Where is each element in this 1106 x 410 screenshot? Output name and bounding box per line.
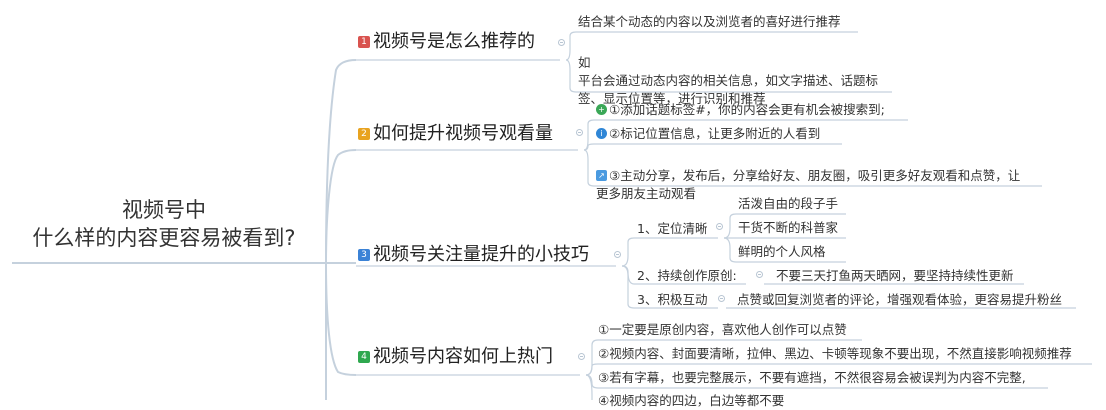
collapse-toggle[interactable] xyxy=(576,129,583,136)
sub-topic-label: 3、积极互动 xyxy=(637,292,708,307)
leaf-text: 活泼自由的段子手 xyxy=(738,196,839,211)
leaf-text: 不要三天打鱼两天晒网，要坚持持续性更新 xyxy=(776,268,1014,283)
branch-1[interactable]: 1 视频号是怎么推荐的 xyxy=(358,30,535,54)
branch-title: 视频号关注量提升的小技巧 xyxy=(373,244,589,265)
leaf-text: 点赞或回复浏览者的评论，增强观看体验，更容易提升粉丝 xyxy=(737,292,1063,307)
branch-title: 如何提升视频号观看量 xyxy=(373,123,553,144)
sub-topic-label: 1、定位清晰 xyxy=(637,221,708,236)
leaf-text: 鲜明的个人风格 xyxy=(738,244,826,259)
number-badge-icon: 3 xyxy=(358,249,370,261)
leaf-topic[interactable]: ①一定要是原创内容，喜欢他人创作可以点赞 xyxy=(598,321,847,339)
leaf-topic[interactable]: 干货不断的科普家 xyxy=(738,219,838,237)
sub-topic[interactable]: 3、积极互动 xyxy=(637,291,707,309)
leaf-text: 干货不断的科普家 xyxy=(738,220,839,235)
share-person-icon: ↗ xyxy=(596,170,607,181)
leaf-text: 如 平台会通过动态内容的相关信息，如文字描述、话题标 签、显示位置等，进行识别和… xyxy=(578,55,879,106)
root-title-line2: 什么样的内容更容易被看到? xyxy=(32,226,296,250)
leaf-topic[interactable]: 点赞或回复浏览者的评论，增强观看体验，更容易提升粉丝 xyxy=(737,291,1062,309)
leaf-topic[interactable]: ③若有字幕，也要完整展示，不要有遮挡，不然很容易会被误判为内容不完整, xyxy=(598,369,1026,387)
collapse-toggle[interactable] xyxy=(716,223,723,230)
leaf-topic[interactable]: 活泼自由的段子手 xyxy=(738,195,838,213)
leaf-text: ③若有字幕，也要完整展示，不要有遮挡，不然很容易会被误判为内容不完整, xyxy=(598,370,1026,385)
leaf-topic[interactable]: + ①添加话题标签#，你的内容会更有机会被搜索到; xyxy=(596,101,885,119)
leaf-topic[interactable]: ④视频内容的四边，白边等都不要 xyxy=(598,392,784,410)
sub-topic[interactable]: 2、持续创作原创: xyxy=(637,267,737,285)
branch-3[interactable]: 3 视频号关注量提升的小技巧 xyxy=(358,243,589,267)
collapse-toggle[interactable] xyxy=(558,39,565,46)
leaf-text: ②视频内容、封面要清晰，拉伸、黑边、卡顿等现象不要出现，不然直接影响视频推荐 xyxy=(598,346,1072,361)
branch-2[interactable]: 2 如何提升视频号观看量 xyxy=(358,122,553,146)
info-circle-icon: i xyxy=(596,128,607,139)
collapse-toggle[interactable] xyxy=(718,295,725,302)
leaf-text: ②标记位置信息，让更多附近的人看到 xyxy=(609,126,821,141)
number-badge-icon: 4 xyxy=(358,351,370,363)
branch-title: 视频号内容如何上热门 xyxy=(373,346,553,367)
leaf-topic[interactable]: 结合某个动态的内容以及浏览者的喜好进行推荐 xyxy=(578,13,841,31)
collapse-toggle[interactable] xyxy=(614,251,621,258)
root-topic[interactable]: 视频号中 什么样的内容更容易被看到? xyxy=(14,196,314,252)
root-title-line1: 视频号中 xyxy=(122,198,206,222)
branch-4[interactable]: 4 视频号内容如何上热门 xyxy=(358,345,553,369)
branch-title: 视频号是怎么推荐的 xyxy=(373,31,535,52)
leaf-text: ④视频内容的四边，白边等都不要 xyxy=(598,393,785,408)
plus-circle-icon: + xyxy=(596,104,607,115)
number-badge-icon: 2 xyxy=(358,128,370,140)
leaf-topic[interactable]: ②视频内容、封面要清晰，拉伸、黑边、卡顿等现象不要出现，不然直接影响视频推荐 xyxy=(598,345,1072,363)
sub-topic[interactable]: 1、定位清晰 xyxy=(637,220,707,238)
leaf-topic[interactable]: 如 平台会通过动态内容的相关信息，如文字描述、话题标 签、显示位置等，进行识别和… xyxy=(578,36,898,108)
collapse-toggle[interactable] xyxy=(756,271,763,278)
leaf-text: 结合某个动态的内容以及浏览者的喜好进行推荐 xyxy=(578,14,841,29)
leaf-topic[interactable]: 鲜明的个人风格 xyxy=(738,243,826,261)
number-badge-icon: 1 xyxy=(358,36,370,48)
leaf-text: ①添加话题标签#，你的内容会更有机会被搜索到; xyxy=(609,102,885,117)
collapse-toggle[interactable] xyxy=(578,353,585,360)
leaf-topic[interactable]: 不要三天打鱼两天晒网，要坚持持续性更新 xyxy=(776,267,1014,285)
leaf-text: ①一定要是原创内容，喜欢他人创作可以点赞 xyxy=(598,322,847,337)
sub-topic-label: 2、持续创作原创: xyxy=(637,268,737,283)
leaf-topic[interactable]: i ②标记位置信息，让更多附近的人看到 xyxy=(596,125,820,143)
